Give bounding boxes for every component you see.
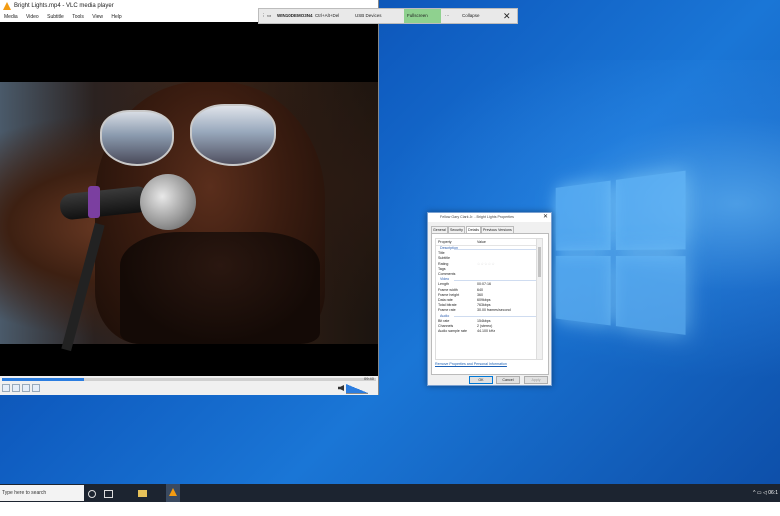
menu-subtitle[interactable]: Subtitle: [47, 14, 64, 20]
tab-previous-versions[interactable]: Previous Versions: [481, 226, 514, 233]
network-icon[interactable]: ▭: [757, 490, 762, 496]
menu-media[interactable]: Media: [4, 14, 18, 20]
volume-icon[interactable]: ◁: [763, 490, 767, 496]
machine-name: WIN10DEMO3N4: [277, 13, 313, 18]
menu-video[interactable]: Video: [26, 14, 39, 20]
more-options-button[interactable]: ···: [445, 9, 450, 23]
details-panel: Property Value Description Title Subtitle R…: [431, 233, 549, 375]
apply-button[interactable]: Apply: [524, 376, 548, 384]
total-time: 09:40: [363, 376, 374, 381]
remove-properties-link[interactable]: Remove Properties and Personal Informati…: [435, 362, 507, 366]
remote-connection-bar: ⋮ ▭ WIN10DEMO3N4 Ctrl+Alt+Del USB Device…: [258, 8, 518, 24]
performer-beard: [120, 232, 320, 344]
microphone-ring: [88, 186, 100, 218]
video-frame: [0, 82, 378, 352]
property-list[interactable]: Property Value Description Title Subtitle R…: [435, 238, 543, 360]
taskbar: Type here to search ^ ▭ ◁ 06:1: [0, 484, 780, 502]
vlc-window-title: Bright Lights.mp4 - VLC media player: [14, 3, 114, 9]
chevron-up-icon[interactable]: ^: [753, 490, 755, 496]
desktop-screen: Bright Lights.mp4 - VLC media player Med…: [0, 0, 780, 502]
system-tray: ^ ▭ ◁ 06:1: [753, 484, 778, 502]
cancel-button[interactable]: Cancel: [496, 376, 520, 384]
dialog-title: Fellow Gary Clark Jr. - Bright Lights Pr…: [440, 215, 514, 219]
clock[interactable]: 06:1: [768, 490, 778, 496]
ctrl-alt-del-button[interactable]: Ctrl+Alt+Del: [315, 9, 339, 23]
seek-bar[interactable]: [2, 378, 376, 381]
loop-icon[interactable]: [2, 384, 10, 392]
dialog-title-bar[interactable]: Fellow Gary Clark Jr. - Bright Lights Pr…: [428, 213, 551, 222]
close-icon[interactable]: ✕: [503, 9, 511, 23]
control-buttons-row: [0, 383, 378, 395]
tab-security[interactable]: Security: [448, 226, 465, 233]
search-placeholder: Type here to search: [2, 490, 47, 496]
list-header: Property Value: [436, 239, 542, 246]
volume-slider[interactable]: [346, 384, 368, 394]
dialog-buttons: OK Cancel Apply: [428, 376, 551, 384]
property-row[interactable]: Audio sample rate 44.100 kHz: [436, 329, 542, 334]
close-icon[interactable]: ✕: [543, 213, 548, 222]
section-divider: [454, 279, 540, 281]
playlist-icon[interactable]: [22, 384, 30, 392]
bottom-border: [0, 502, 780, 516]
property-name: Audio sample rate: [438, 329, 467, 334]
vlc-cone-icon: [169, 488, 177, 496]
section-divider: [454, 248, 540, 250]
list-scrollbar[interactable]: [536, 239, 542, 359]
extended-settings-icon[interactable]: [32, 384, 40, 392]
task-view-icon[interactable]: [104, 490, 113, 498]
vlc-taskbar-button[interactable]: [166, 484, 180, 502]
vlc-window: Bright Lights.mp4 - VLC media player Med…: [0, 0, 379, 395]
video-area[interactable]: [0, 22, 378, 376]
search-box[interactable]: Type here to search: [0, 485, 84, 501]
ok-button[interactable]: OK: [469, 376, 493, 384]
collapse-button[interactable]: Collapse: [462, 9, 480, 23]
tab-general[interactable]: General: [431, 226, 448, 233]
fullscreen-button[interactable]: Fullscreen: [404, 9, 441, 23]
monitor-icon: ▭: [267, 13, 272, 18]
dialog-tabs: General Security Details Previous Versio…: [431, 226, 548, 234]
property-value: 44.100 kHz: [477, 329, 496, 334]
menu-help[interactable]: Help: [111, 14, 121, 20]
menu-view[interactable]: View: [92, 14, 103, 20]
menu-tools[interactable]: Tools: [72, 14, 84, 20]
windows-logo-wallpaper: [555, 170, 690, 340]
speaker-icon[interactable]: [338, 385, 344, 391]
vlc-controls: 09:40: [0, 376, 378, 395]
microphone-head: [140, 174, 196, 230]
section-divider: [454, 316, 540, 318]
seek-bar-fill: [2, 378, 85, 381]
vlc-cone-icon: [3, 2, 11, 10]
sunglasses-left-lens: [100, 110, 174, 166]
scrollbar-thumb[interactable]: [538, 247, 541, 277]
column-value[interactable]: Value: [477, 240, 486, 244]
cortana-icon[interactable]: [88, 490, 96, 498]
column-property[interactable]: Property: [438, 240, 452, 244]
sunglasses-right-lens: [190, 104, 276, 166]
shuffle-icon[interactable]: [12, 384, 20, 392]
properties-dialog: Fellow Gary Clark Jr. - Bright Lights Pr…: [427, 212, 552, 386]
file-explorer-icon[interactable]: [138, 490, 147, 497]
usb-devices-button[interactable]: USB Devices: [355, 9, 382, 23]
